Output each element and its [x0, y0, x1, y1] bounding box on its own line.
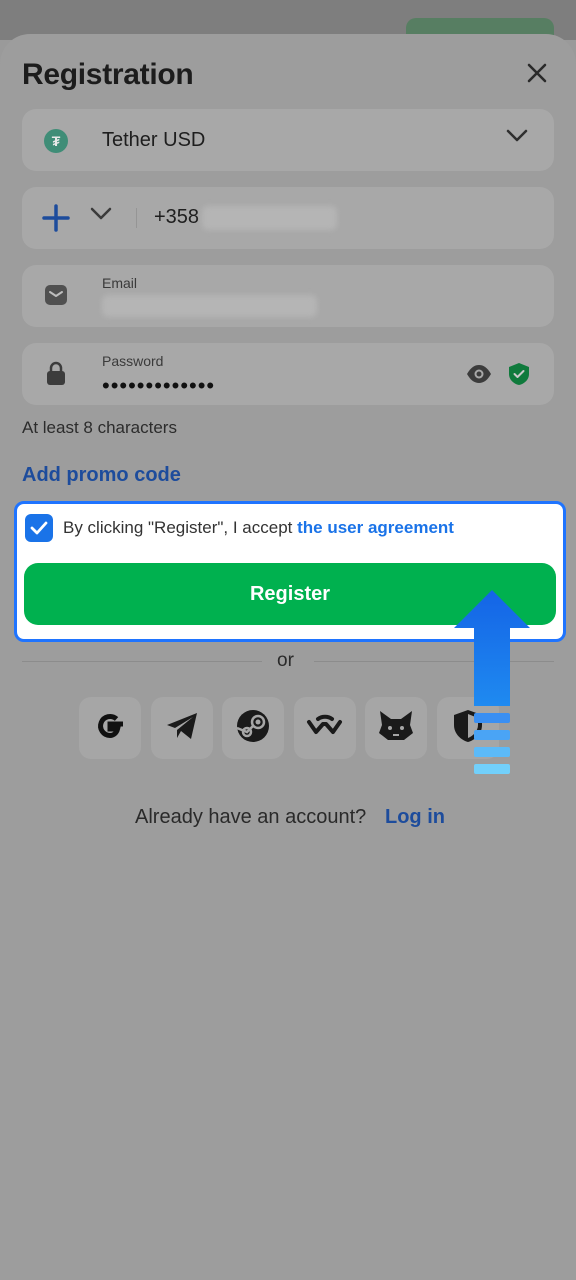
- close-icon[interactable]: [522, 58, 552, 88]
- chevron-down-icon[interactable]: [90, 207, 112, 226]
- metamask-login-button[interactable]: [365, 697, 427, 759]
- metamask-icon: [377, 709, 415, 748]
- password-label: Password: [102, 353, 164, 369]
- lock-icon: [46, 361, 66, 392]
- telegram-login-button[interactable]: [151, 697, 213, 759]
- divider-left: [22, 661, 262, 662]
- page-title: Registration: [22, 58, 194, 91]
- agreement-text: By clicking "Register", I accept the use…: [63, 518, 454, 538]
- currency-label: Tether USD: [102, 129, 206, 151]
- redacted-phone: [202, 206, 337, 230]
- password-value: •••••••••••••: [102, 373, 216, 398]
- email-label: Email: [102, 275, 138, 291]
- user-agreement-link[interactable]: the user agreement: [297, 518, 454, 537]
- telegram-icon: [165, 711, 199, 746]
- steam-icon: [235, 708, 271, 749]
- steam-login-button[interactable]: [222, 697, 284, 759]
- password-field[interactable]: Password •••••••••••••: [22, 343, 554, 405]
- mail-icon: [44, 284, 68, 311]
- agreement-checkbox[interactable]: [25, 514, 53, 542]
- or-label: or: [277, 650, 294, 671]
- add-promo-code-link[interactable]: Add promo code: [22, 464, 181, 487]
- password-hint: At least 8 characters: [22, 418, 177, 437]
- shield-check-icon: [508, 362, 530, 391]
- walletconnect-icon: [306, 714, 344, 743]
- currency-select[interactable]: ₮ Tether USD: [22, 109, 554, 171]
- chevron-down-icon: [506, 129, 528, 148]
- already-account-text: Already have an account?: [135, 806, 367, 828]
- tether-icon: ₮: [44, 129, 68, 153]
- walletconnect-login-button[interactable]: [294, 697, 356, 759]
- phone-field[interactable]: +358: [22, 187, 554, 249]
- eye-icon[interactable]: [466, 364, 492, 389]
- arrow-up-icon: [452, 588, 532, 781]
- redacted-email: [102, 295, 317, 317]
- google-login-button[interactable]: [79, 697, 141, 759]
- divider: [136, 208, 137, 228]
- google-icon: [92, 708, 128, 749]
- email-field[interactable]: Email: [22, 265, 554, 327]
- agreement-label: By clicking "Register", I accept: [63, 518, 298, 537]
- country-flag-icon[interactable]: [42, 203, 70, 238]
- log-in-link[interactable]: Log in: [385, 806, 445, 829]
- phone-code: +358: [154, 206, 200, 228]
